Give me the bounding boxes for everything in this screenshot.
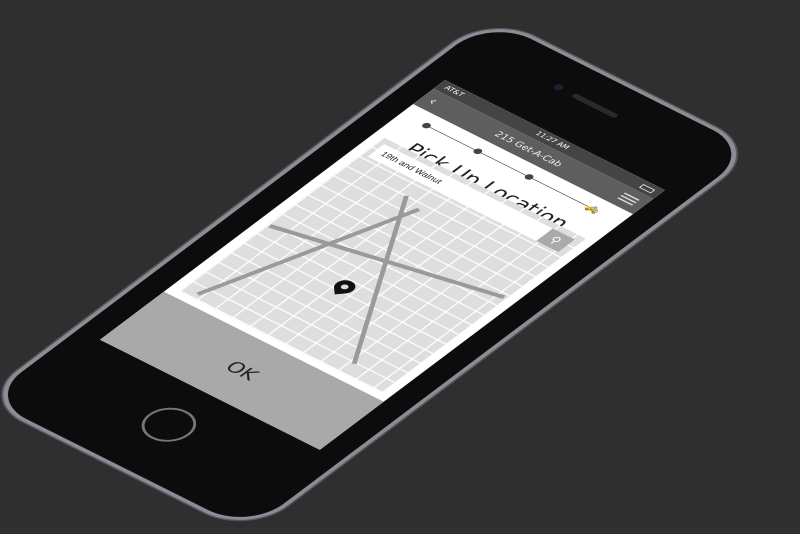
phone: AT&T 11:27 AM ‹ 215 Get-A-Cab 🚕 Pick Up … (0, 14, 761, 534)
battery-icon (639, 183, 656, 194)
home-button[interactable] (130, 400, 208, 449)
location-pin-icon[interactable] (333, 279, 357, 295)
speaker (570, 93, 620, 119)
camera-icon (551, 83, 566, 92)
back-button[interactable]: ‹ (424, 95, 443, 108)
menu-icon[interactable] (615, 191, 641, 207)
